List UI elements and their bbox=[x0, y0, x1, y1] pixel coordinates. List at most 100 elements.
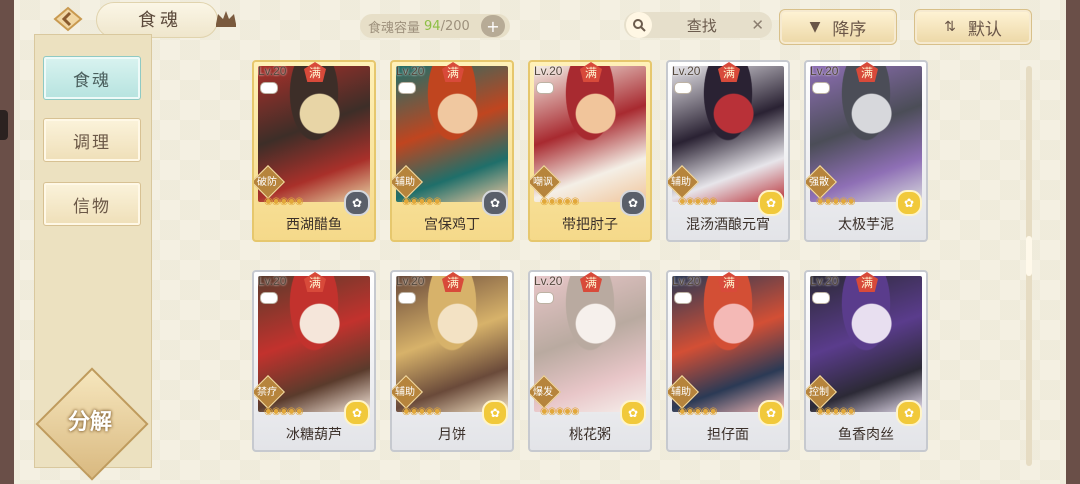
skill-emblem-icon: ✿ bbox=[482, 190, 508, 216]
sidebar-item-conditioning[interactable]: 调理 bbox=[43, 118, 141, 162]
bond-stars: ◉◉◉◉◉ bbox=[540, 406, 580, 417]
sort-mode-label: 默认 bbox=[967, 19, 1002, 40]
scrollbar-thumb[interactable] bbox=[1026, 236, 1032, 276]
food-soul-card[interactable]: Lv.20 满 辅助 ◉◉◉◉◉ ✿ 混汤酒酿元宵 bbox=[666, 60, 790, 242]
max-level-badge: 满 bbox=[718, 62, 740, 82]
search-icon bbox=[626, 12, 652, 38]
max-level-badge: 满 bbox=[580, 272, 602, 292]
level-label: Lv.20 bbox=[258, 64, 287, 78]
character-name: 西湖醋鱼 bbox=[286, 217, 342, 233]
role-label: 控制 bbox=[809, 387, 829, 398]
food-soul-card[interactable]: Lv.20 满 强散 ◉◉◉◉◉ ✿ 太极芋泥 bbox=[804, 60, 928, 242]
max-level-badge: 满 bbox=[442, 62, 464, 82]
food-soul-card[interactable]: Lv.20 满 禁疗 ◉◉◉◉◉ ✿ 冰糖葫芦 bbox=[252, 270, 376, 452]
game-screen: 食魂 食魂容量 94 /200 + 查找 ✕ ▼ 降序 ⇅ 默认 食魂 调理 信… bbox=[0, 0, 1080, 484]
max-level-badge: 满 bbox=[856, 62, 878, 82]
skill-emblem-icon: ✿ bbox=[896, 400, 922, 426]
level-label: Lv.20 bbox=[810, 64, 839, 78]
right-edge bbox=[1066, 0, 1080, 484]
back-button[interactable] bbox=[42, 4, 94, 34]
character-name: 宫保鸡丁 bbox=[424, 217, 480, 233]
bond-stars: ◉◉◉◉◉ bbox=[678, 406, 718, 417]
lock-icon[interactable] bbox=[398, 292, 416, 304]
decompose-label[interactable]: 分解 bbox=[54, 404, 126, 436]
food-soul-card[interactable]: Lv.20 满 辅助 ◉◉◉◉◉ ✿ 担仔面 bbox=[666, 270, 790, 452]
page-title: 食魂 bbox=[138, 10, 182, 31]
food-soul-card[interactable]: Lv.20 满 嘲讽 ◉◉◉◉◉ ✿ 带把肘子 bbox=[528, 60, 652, 242]
character-name: 混汤酒酿元宵 bbox=[686, 217, 770, 233]
back-arrow-icon bbox=[53, 6, 83, 32]
level-label: Lv.20 bbox=[396, 274, 425, 288]
lock-icon[interactable] bbox=[536, 292, 554, 304]
food-soul-card[interactable]: Lv.20 满 爆发 ◉◉◉◉◉ ✿ 桃花粥 bbox=[528, 270, 652, 452]
level-label: Lv.20 bbox=[258, 274, 287, 288]
lock-icon[interactable] bbox=[812, 82, 830, 94]
bond-stars: ◉◉◉◉◉ bbox=[816, 406, 856, 417]
character-name: 月饼 bbox=[438, 427, 466, 443]
max-level-badge: 满 bbox=[304, 62, 326, 82]
role-label: 辅助 bbox=[671, 387, 691, 398]
level-label: Lv.20 bbox=[534, 64, 563, 78]
sidebar-item-tokens[interactable]: 信物 bbox=[43, 182, 141, 226]
bond-stars: ◉◉◉◉◉ bbox=[264, 406, 304, 417]
role-label: 破防 bbox=[257, 177, 277, 188]
bond-stars: ◉◉◉◉◉ bbox=[264, 196, 304, 207]
role-label: 辅助 bbox=[395, 177, 415, 188]
lock-icon[interactable] bbox=[536, 82, 554, 94]
character-name: 冰糖葫芦 bbox=[286, 427, 342, 443]
sort-arrows-icon: ⇅ bbox=[944, 19, 956, 35]
add-capacity-button[interactable]: + bbox=[481, 15, 505, 37]
food-soul-card[interactable]: Lv.20 满 辅助 ◉◉◉◉◉ ✿ 月饼 bbox=[390, 270, 514, 452]
lock-icon[interactable] bbox=[260, 82, 278, 94]
capacity-current: 94 bbox=[424, 18, 441, 34]
role-label: 辅助 bbox=[395, 387, 415, 398]
skill-emblem-icon: ✿ bbox=[344, 190, 370, 216]
sort-mode-button[interactable]: ⇅ 默认 bbox=[914, 9, 1032, 45]
food-soul-card[interactable]: Lv.20 满 辅助 ◉◉◉◉◉ ✿ 宫保鸡丁 bbox=[390, 60, 514, 242]
skill-emblem-icon: ✿ bbox=[896, 190, 922, 216]
max-level-badge: 满 bbox=[304, 272, 326, 292]
role-label: 强散 bbox=[809, 177, 829, 188]
level-label: Lv.20 bbox=[672, 64, 701, 78]
search-input[interactable]: 查找 bbox=[652, 15, 751, 36]
level-label: Lv.20 bbox=[672, 274, 701, 288]
lock-icon[interactable] bbox=[398, 82, 416, 94]
level-label: Lv.20 bbox=[810, 274, 839, 288]
character-name: 太极芋泥 bbox=[838, 217, 894, 233]
character-name: 担仔面 bbox=[707, 427, 749, 443]
food-soul-card[interactable]: Lv.20 满 控制 ◉◉◉◉◉ ✿ 鱼香肉丝 bbox=[804, 270, 928, 452]
skill-emblem-icon: ✿ bbox=[620, 190, 646, 216]
max-level-badge: 满 bbox=[718, 272, 740, 292]
food-soul-card[interactable]: Lv.20 满 破防 ◉◉◉◉◉ ✿ 西湖醋鱼 bbox=[252, 60, 376, 242]
lock-icon[interactable] bbox=[674, 292, 692, 304]
skill-emblem-icon: ✿ bbox=[344, 400, 370, 426]
triangle-down-icon: ▼ bbox=[809, 19, 821, 35]
bond-stars: ◉◉◉◉◉ bbox=[402, 196, 442, 207]
crown-icon[interactable] bbox=[214, 8, 238, 28]
sidebar-item-food-souls[interactable]: 食魂 bbox=[43, 56, 141, 100]
clear-search-icon[interactable]: ✕ bbox=[751, 16, 764, 34]
lock-icon[interactable] bbox=[812, 292, 830, 304]
max-level-badge: 满 bbox=[442, 272, 464, 292]
search-bar[interactable]: 查找 ✕ bbox=[624, 12, 772, 38]
level-label: Lv.20 bbox=[396, 64, 425, 78]
left-edge bbox=[0, 0, 14, 484]
role-label: 爆发 bbox=[533, 387, 553, 398]
skill-emblem-icon: ✿ bbox=[482, 400, 508, 426]
skill-emblem-icon: ✿ bbox=[620, 400, 646, 426]
sort-order-button[interactable]: ▼ 降序 bbox=[779, 9, 897, 45]
bond-stars: ◉◉◉◉◉ bbox=[540, 196, 580, 207]
bond-stars: ◉◉◉◉◉ bbox=[678, 196, 718, 207]
skill-emblem-icon: ✿ bbox=[758, 400, 784, 426]
lock-icon[interactable] bbox=[674, 82, 692, 94]
max-level-badge: 满 bbox=[856, 272, 878, 292]
character-name: 桃花粥 bbox=[569, 427, 611, 443]
sort-order-label: 降序 bbox=[832, 19, 867, 40]
lock-icon[interactable] bbox=[260, 292, 278, 304]
role-label: 嘲讽 bbox=[533, 177, 553, 188]
character-name: 带把肘子 bbox=[562, 217, 618, 233]
capacity-max: /200 bbox=[440, 18, 470, 34]
skill-emblem-icon: ✿ bbox=[758, 190, 784, 216]
role-label: 辅助 bbox=[671, 177, 691, 188]
max-level-badge: 满 bbox=[580, 62, 602, 82]
